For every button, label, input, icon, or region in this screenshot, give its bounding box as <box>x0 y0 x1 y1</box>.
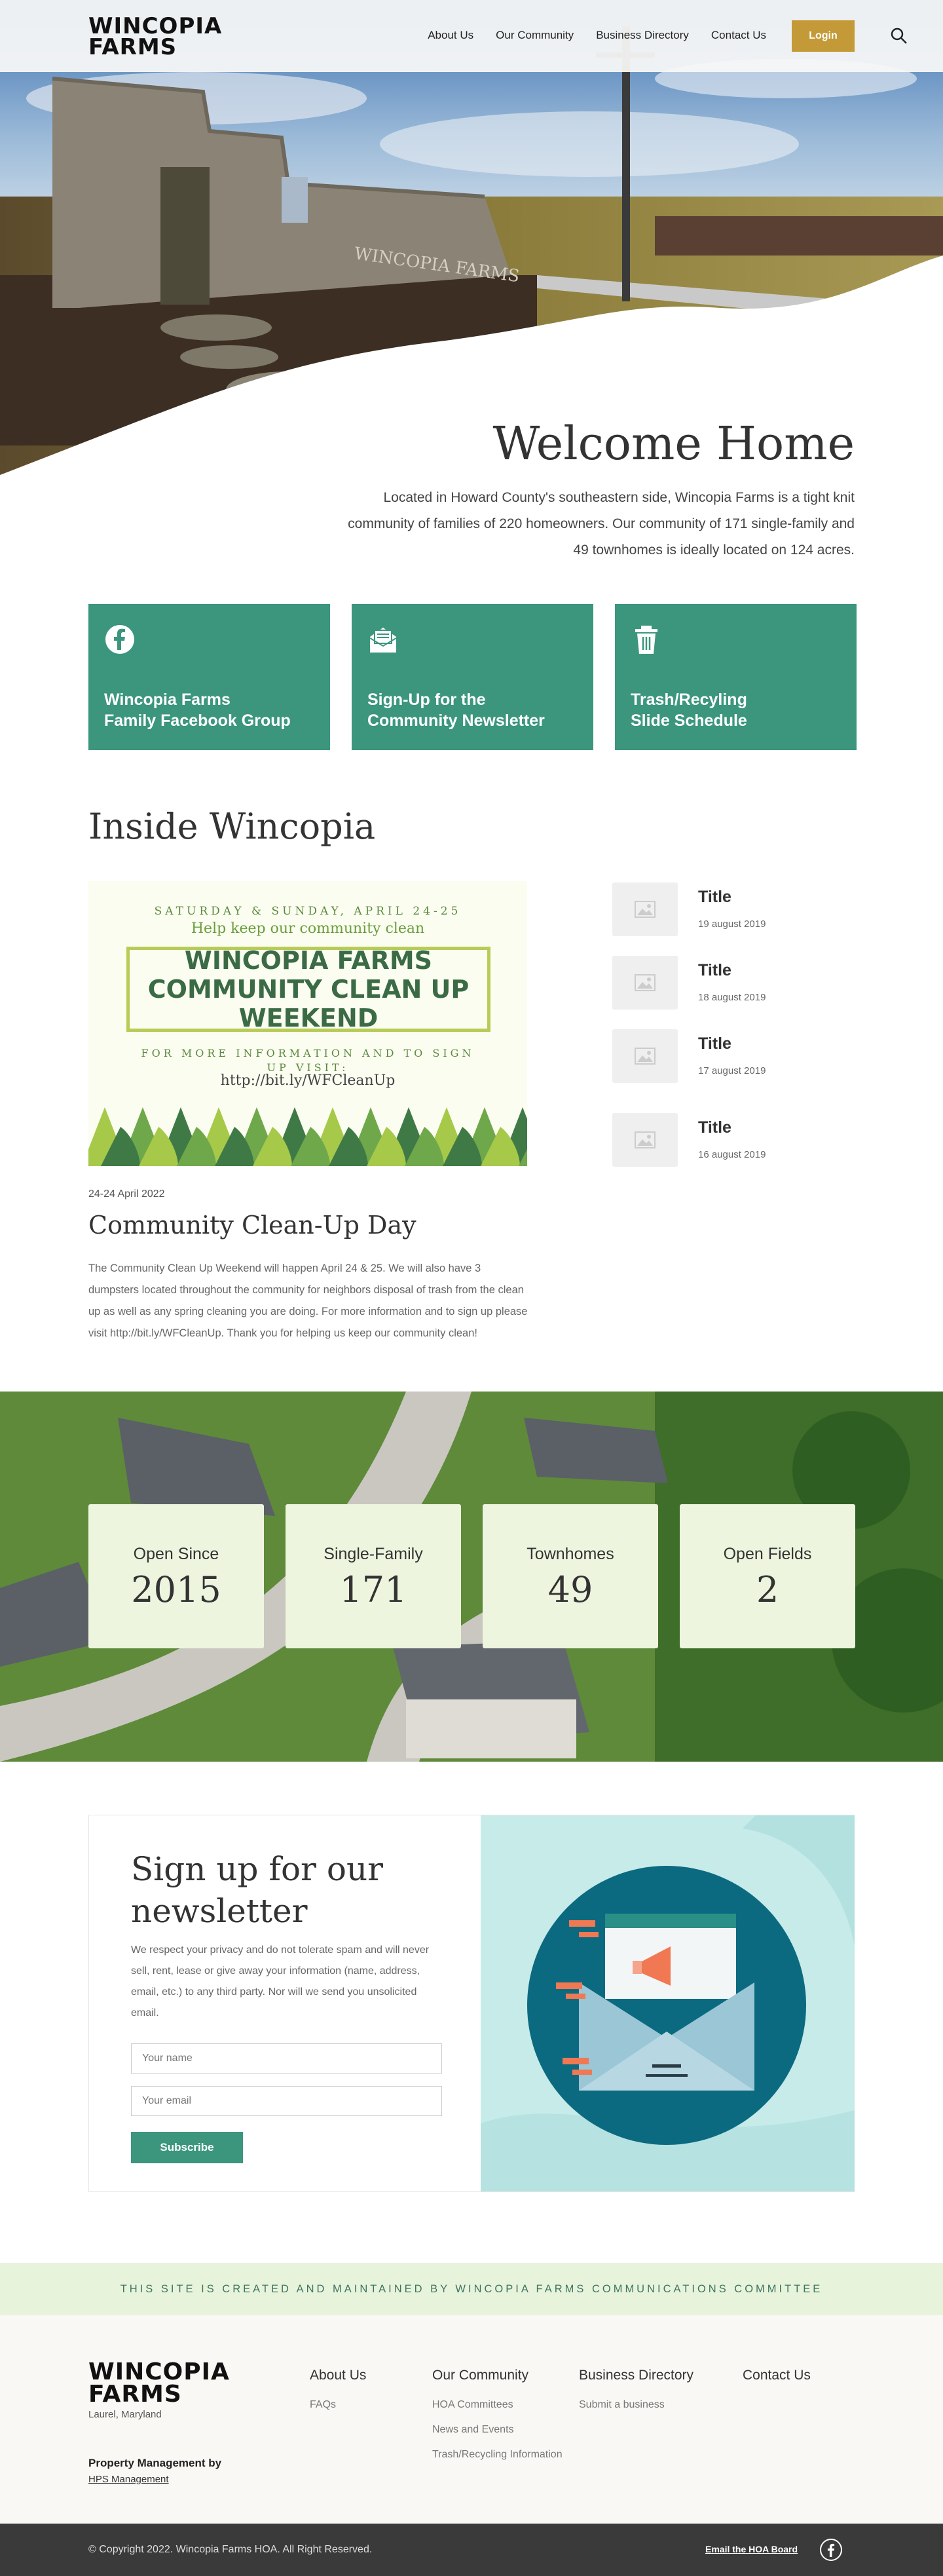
footer-link-news-events[interactable]: News and Events <box>432 2424 563 2436</box>
nav-contact-us[interactable]: Contact Us <box>711 29 766 42</box>
subscribe-button[interactable]: Subscribe <box>131 2132 243 2163</box>
footer-col-title[interactable]: About Us <box>310 2368 366 2383</box>
site-footer: WINCOPIA FARMS Laurel, Maryland Property… <box>0 2315 943 2524</box>
footer-col-title[interactable]: Business Directory <box>579 2368 693 2383</box>
welcome-title: Welcome Home <box>492 417 855 470</box>
nav-about-us[interactable]: About Us <box>428 29 473 42</box>
footer-link-trash-info[interactable]: Trash/Recycling Information <box>432 2449 563 2461</box>
welcome-text: Located in Howard County's southeastern … <box>348 490 855 558</box>
stat-value: 2 <box>756 1569 779 1610</box>
stat-townhomes: Townhomes 49 <box>483 1504 658 1648</box>
image-placeholder-icon <box>635 974 656 991</box>
stat-value: 2015 <box>131 1569 221 1610</box>
card-newsletter-signup[interactable]: Sign-Up for the Community Newsletter <box>352 604 593 750</box>
nav-our-community[interactable]: Our Community <box>496 29 574 42</box>
footer-col-community: Our Community HOA Committees News and Ev… <box>432 2368 563 2461</box>
feature-title[interactable]: Community Clean-Up Day <box>88 1211 416 1240</box>
image-placeholder-icon <box>635 1131 656 1148</box>
email-hoa-board-link[interactable]: Email the HOA Board <box>705 2544 798 2554</box>
name-input[interactable] <box>131 2043 442 2074</box>
newsletter-form: Sign up for our newsletter We respect yo… <box>89 1815 481 2191</box>
trees-graphic <box>88 1107 527 1166</box>
stat-label: Single-Family <box>324 1545 423 1563</box>
poster-headline: WINCOPIA FARMS COMMUNITY CLEAN UP WEEKEN… <box>126 946 490 1032</box>
news-title: Title <box>698 1118 731 1137</box>
stat-value: 49 <box>547 1569 593 1610</box>
newsletter-illustration <box>481 1815 855 2191</box>
main-nav: About Us Our Community Business Director… <box>428 29 766 42</box>
card-trash-schedule[interactable]: Trash/Recyling Slide Schedule <box>615 604 857 750</box>
footer-link-faqs[interactable]: FAQs <box>310 2399 366 2411</box>
trash-icon <box>635 626 657 654</box>
stat-label: Open Fields <box>723 1545 812 1563</box>
news-title: Title <box>698 961 731 979</box>
newsletter-title: Sign up for our newsletter <box>131 1850 384 1930</box>
stat-open-since: Open Since 2015 <box>88 1504 264 1648</box>
news-thumbnail <box>612 1029 678 1083</box>
poster-url: http://bit.ly/WFCleanUp <box>220 1072 396 1089</box>
card-facebook-group[interactable]: Wincopia Farms Family Facebook Group <box>88 604 330 750</box>
footer-link-submit-business[interactable]: Submit a business <box>579 2399 693 2411</box>
poster-info: FOR MORE INFORMATION AND TO SIGN UP VISI… <box>141 1047 475 1074</box>
hps-management-link[interactable]: HPS Management <box>88 2474 169 2485</box>
stats-section: Open Since 2015 Single-Family 171 Townho… <box>0 1392 943 1762</box>
stat-cards: Open Since 2015 Single-Family 171 Townho… <box>88 1504 855 1648</box>
card-label: Sign-Up for the Community Newsletter <box>367 691 545 730</box>
footer-col-about: About Us FAQs <box>310 2368 366 2411</box>
news-item[interactable]: Title 16 august 2019 <box>612 1113 855 1172</box>
news-date: 17 august 2019 <box>698 1065 766 1076</box>
footer-logo[interactable]: WINCOPIA FARMS <box>88 2360 230 2406</box>
news-thumbnail <box>612 882 678 936</box>
facebook-icon <box>105 625 134 654</box>
envelope-icon <box>369 628 397 653</box>
facebook-icon[interactable] <box>820 2539 842 2561</box>
stat-single-family: Single-Family 171 <box>286 1504 461 1648</box>
news-title: Title <box>698 1034 731 1053</box>
nav-business-directory[interactable]: Business Directory <box>596 29 689 42</box>
news-item[interactable]: Title 18 august 2019 <box>612 956 855 1015</box>
copyright-text: © Copyright 2022. Wincopia Farms HOA. Al… <box>88 2544 373 2555</box>
news-date: 16 august 2019 <box>698 1149 766 1160</box>
card-label: Wincopia Farms Family Facebook Group <box>104 691 291 730</box>
feature-date: 24-24 April 2022 <box>88 1188 165 1200</box>
newsletter-text: We respect your privacy and do not toler… <box>131 1944 430 2018</box>
image-placeholder-icon <box>635 1048 656 1065</box>
news-item[interactable]: Title 19 august 2019 <box>612 882 855 941</box>
cleanup-poster-image[interactable]: SATURDAY & SUNDAY, APRIL 24-25 Help keep… <box>88 881 527 1166</box>
feature-text: The Community Clean Up Weekend will happ… <box>88 1262 528 1339</box>
quick-links: Wincopia Farms Family Facebook Group Sig… <box>88 604 857 750</box>
poster-date: SATURDAY & SUNDAY, APRIL 24-25 <box>154 905 462 918</box>
news-item[interactable]: Title 17 august 2019 <box>612 1029 855 1088</box>
news-thumbnail <box>612 1113 678 1167</box>
news-date: 18 august 2019 <box>698 992 766 1003</box>
committee-banner: THIS SITE IS CREATED AND MAINTAINED BY W… <box>0 2263 943 2315</box>
stat-label: Townhomes <box>527 1545 614 1563</box>
site-logo[interactable]: WINCOPIA FARMS <box>88 15 222 58</box>
bottom-bar: © Copyright 2022. Wincopia Farms HOA. Al… <box>0 2524 943 2576</box>
login-button[interactable]: Login <box>792 20 855 52</box>
stat-open-fields: Open Fields 2 <box>680 1504 855 1648</box>
card-label: Trash/Recyling Slide Schedule <box>631 691 747 730</box>
newsletter-section: Sign up for our newsletter We respect yo… <box>88 1815 855 2192</box>
hero-image: WINCOPIA FARMS <box>0 0 943 485</box>
site-header: WINCOPIA FARMS About Us Our Community Bu… <box>0 0 943 72</box>
search-icon[interactable] <box>891 28 908 45</box>
stat-label: Open Since <box>133 1545 219 1563</box>
email-input[interactable] <box>131 2086 442 2116</box>
inside-title: Inside Wincopia <box>88 806 376 847</box>
footer-col-title[interactable]: Our Community <box>432 2368 563 2383</box>
news-date: 19 august 2019 <box>698 919 766 930</box>
footer-col-contact: Contact Us <box>743 2368 811 2383</box>
property-management-label: Property Management by <box>88 2457 222 2469</box>
poster-tagline: Help keep our community clean <box>191 920 425 937</box>
image-placeholder-icon <box>635 901 656 918</box>
news-title: Title <box>698 888 731 906</box>
news-thumbnail <box>612 956 678 1010</box>
stat-value: 171 <box>339 1569 407 1610</box>
footer-link-hoa-committees[interactable]: HOA Committees <box>432 2399 563 2411</box>
footer-col-business: Business Directory Submit a business <box>579 2368 693 2411</box>
footer-location: Laurel, Maryland <box>88 2409 162 2420</box>
footer-col-title[interactable]: Contact Us <box>743 2368 811 2383</box>
